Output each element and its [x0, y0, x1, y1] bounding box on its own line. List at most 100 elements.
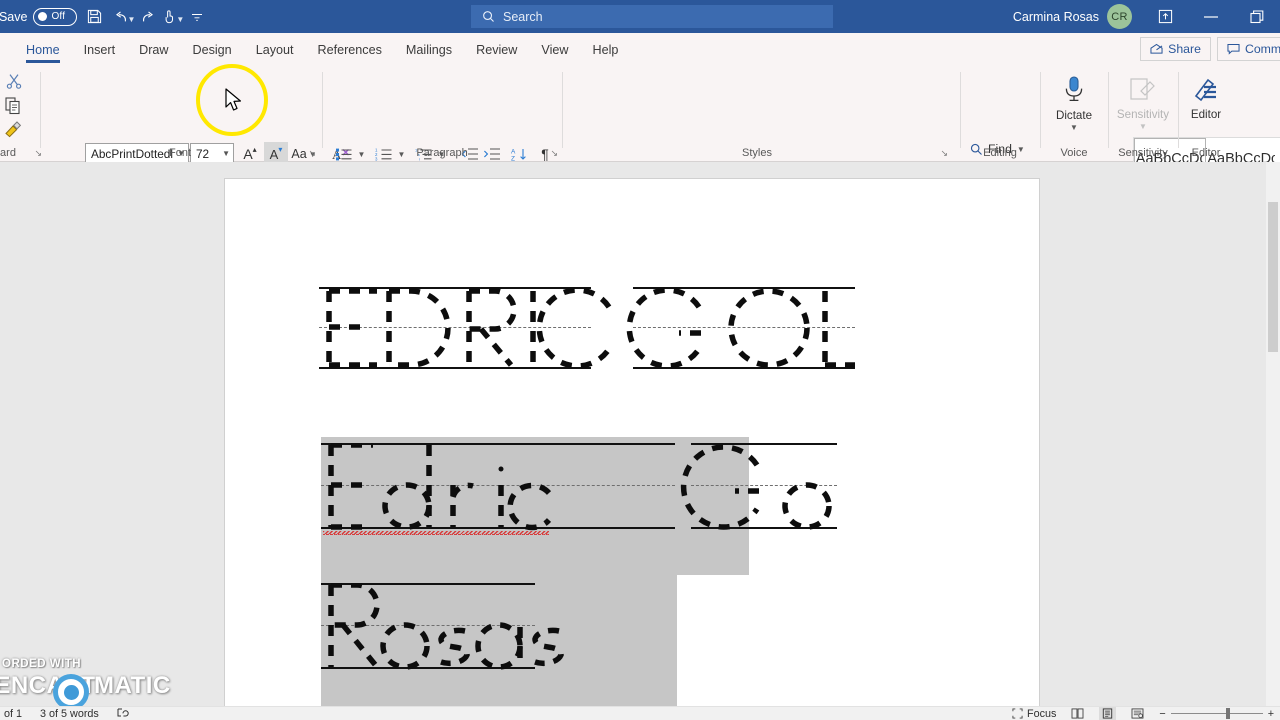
tab-insert[interactable]: Insert — [72, 33, 128, 66]
dictate-label: Dictate — [1055, 109, 1093, 122]
group-editing-label: Editing — [983, 147, 1017, 159]
tab-layout[interactable]: Layout — [244, 33, 306, 66]
group-voice-label: Voice — [1060, 147, 1088, 159]
account-area[interactable]: Carmina Rosas CR — [1013, 0, 1132, 33]
tab-home[interactable]: Home — [14, 33, 72, 66]
autosave-state: Off — [51, 11, 66, 22]
word-window: oSave Off ▼ ▼ Doc — [0, 0, 1280, 720]
editor-pen-icon — [1192, 76, 1220, 107]
zoom-out-button[interactable]: − — [1159, 708, 1165, 720]
cut-icon[interactable] — [6, 73, 22, 94]
traced-line-1[interactable] — [319, 287, 959, 369]
group-font-label: Font — [168, 147, 191, 159]
zoom-thumb[interactable] — [1225, 708, 1230, 719]
autosave-switch[interactable]: Off — [33, 7, 78, 26]
ribbon-tab-strip: Home Insert Draw Design Layout Reference… — [0, 33, 1280, 66]
tab-mailings-label: Mailings — [405, 42, 453, 57]
avatar[interactable]: CR — [1107, 4, 1132, 29]
autosave-toggle[interactable]: oSave Off — [0, 7, 78, 26]
editor-button[interactable]: Editor — [1175, 76, 1237, 121]
font-dialog-launcher[interactable]: ↘ — [308, 148, 316, 159]
paragraph-dialog-launcher[interactable]: ↘ — [550, 148, 558, 159]
zoom-track[interactable] — [1170, 708, 1263, 719]
share-button[interactable]: Share — [1140, 37, 1211, 61]
restore-icon[interactable] — [1234, 0, 1280, 33]
tab-view[interactable]: View — [529, 33, 580, 66]
tab-mailings[interactable]: Mailings — [394, 33, 464, 66]
document-canvas[interactable] — [0, 162, 1280, 706]
undo-dropdown-icon[interactable]: ▼ — [127, 15, 135, 24]
tab-references-label: References — [317, 42, 382, 57]
status-left: of 1 3 of 5 words — [0, 708, 129, 720]
comments-label: Comme — [1244, 42, 1280, 56]
tab-references[interactable]: References — [306, 33, 394, 66]
dictate-dropdown-icon[interactable]: ▼ — [1070, 123, 1078, 132]
comment-icon — [1227, 43, 1240, 55]
traced-line-3[interactable] — [321, 583, 771, 683]
tab-home-label: Home — [26, 42, 60, 57]
ribbon-tabs: Home Insert Draw Design Layout Reference… — [0, 33, 1280, 66]
traced-line-2[interactable] — [321, 443, 941, 543]
styles-dialog-launcher[interactable]: ↘ — [940, 148, 948, 159]
tab-draw[interactable]: Draw — [127, 33, 180, 66]
tab-design[interactable]: Design — [180, 33, 243, 66]
share-label: Share — [1168, 42, 1201, 56]
group-editing: Find ▼ bc Replace Select ▼ Editing — [960, 66, 1040, 200]
page-number-label[interactable]: of 1 — [4, 708, 22, 720]
ribbon-display-options-icon[interactable] — [1142, 0, 1188, 33]
tab-draw-label: Draw — [139, 42, 169, 57]
tab-design-label: Design — [192, 42, 232, 57]
zoom-in-button[interactable]: + — [1268, 708, 1274, 720]
document-page[interactable] — [224, 178, 1040, 706]
zoom-slider[interactable]: − + — [1159, 708, 1274, 720]
ribbon: ard ↘ AbcPrintDottedl ▼ 72 ▼ A ▴ A ▾ Aa … — [0, 66, 1280, 200]
group-editor-label: Editor — [1191, 147, 1221, 159]
group-clipboard-label: ard — [0, 147, 16, 159]
window-buttons — [1142, 0, 1280, 33]
tab-help[interactable]: Help — [580, 33, 630, 66]
sensitivity-label: Sensitivity — [1116, 108, 1170, 121]
print-layout-view-button[interactable] — [1099, 707, 1117, 720]
search-placeholder: Search — [503, 9, 543, 24]
comments-button[interactable]: Comme — [1216, 37, 1280, 61]
group-paragraph: ▼ 123 ▼ 1ai ▼ AZ ¶ Paragraph ↘ — [322, 66, 562, 196]
proofing-errors-icon[interactable] — [117, 708, 129, 719]
minimize-icon[interactable] — [1188, 0, 1234, 33]
group-sensitivity: Sensitivity ▼ Sensitivity — [1108, 66, 1178, 162]
group-paragraph-label: Paragraph — [416, 147, 468, 159]
word-count-label[interactable]: 3 of 5 words — [40, 708, 99, 720]
sensitivity-button[interactable]: Sensitivity ▼ — [1110, 76, 1176, 131]
touch-mode-dropdown-icon[interactable]: ▼ — [176, 15, 184, 24]
title-bar: oSave Off ▼ ▼ Doc — [0, 0, 1280, 33]
save-icon[interactable] — [80, 3, 108, 31]
customize-quick-access-toolbar-icon[interactable] — [187, 3, 206, 31]
dictate-button[interactable]: Dictate ▼ — [1043, 75, 1105, 132]
search-input[interactable]: Search — [471, 5, 833, 28]
focus-label: Focus — [1026, 707, 1057, 720]
share-icon — [1150, 43, 1163, 55]
group-editor: Editor Editor — [1178, 66, 1234, 162]
tab-insert-label: Insert — [83, 42, 116, 57]
group-font: AbcPrintDottedl ▼ 72 ▼ A ▴ A ▾ Aa ▼ A — [40, 66, 349, 193]
group-sensitivity-label: Sensitivity — [1118, 147, 1168, 159]
search-icon — [482, 10, 495, 23]
focus-button[interactable]: Focus — [1012, 708, 1056, 720]
tab-review[interactable]: Review — [464, 33, 529, 66]
sensitivity-dropdown-icon[interactable]: ▼ — [1139, 122, 1147, 131]
format-painter-icon[interactable] — [4, 121, 22, 143]
traced-text-edric-gol — [326, 287, 855, 369]
read-mode-view-button[interactable] — [1069, 707, 1086, 720]
copy-icon[interactable] — [5, 97, 22, 120]
vertical-scrollbar[interactable] — [1266, 162, 1280, 706]
status-right: Focus − + — [1012, 707, 1274, 720]
microphone-icon — [1061, 75, 1087, 108]
web-layout-view-button[interactable] — [1129, 707, 1146, 720]
traced-text-edric-go — [328, 443, 832, 531]
ribbon-right-buttons: Share Comme — [1140, 37, 1280, 61]
autosave-label: oSave — [0, 9, 28, 24]
scrollbar-thumb[interactable] — [1268, 202, 1278, 352]
group-clipboard: ard ↘ — [0, 66, 42, 162]
autosave-knob — [38, 12, 48, 21]
group-styles: AaBbCcDc ¶ Normal AaBbCcDc ¶ No Spac... … — [562, 66, 1280, 194]
redo-icon[interactable] — [138, 3, 157, 31]
